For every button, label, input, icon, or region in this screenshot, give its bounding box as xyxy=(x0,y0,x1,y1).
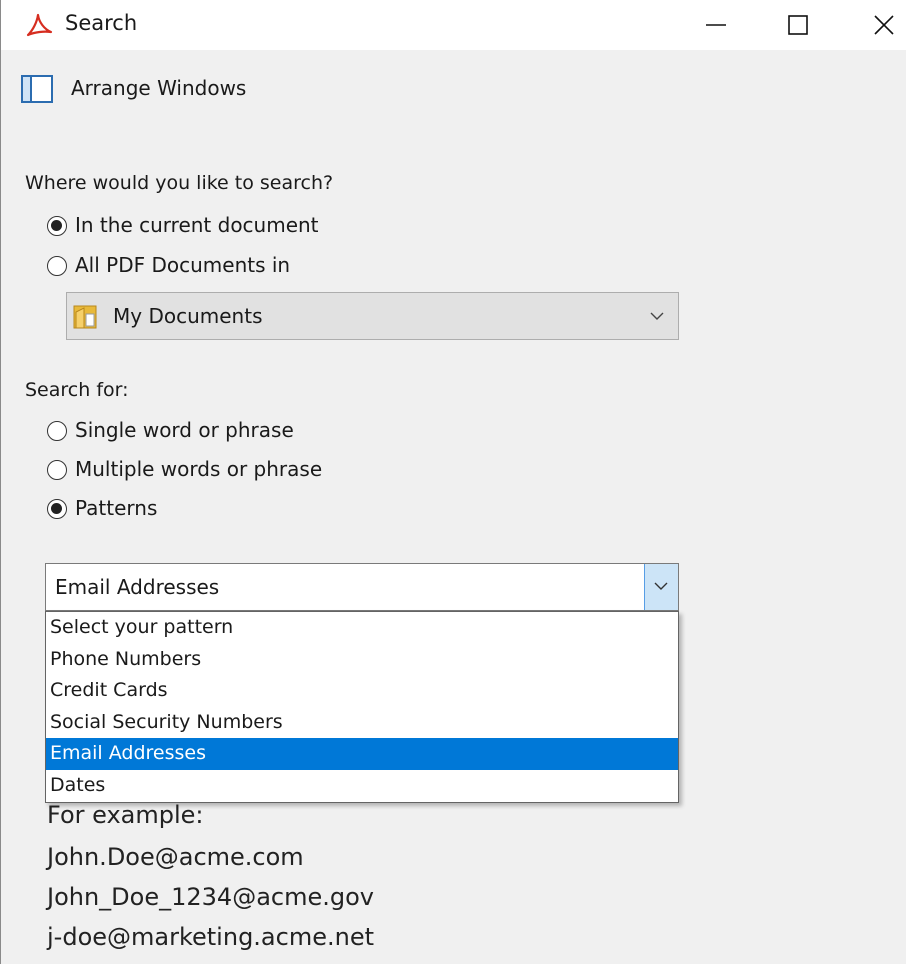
location-dropdown[interactable]: My Documents xyxy=(66,292,679,340)
pattern-options-list[interactable]: Select your pattern Phone Numbers Credit… xyxy=(45,611,679,803)
pattern-option[interactable]: Phone Numbers xyxy=(46,644,678,676)
radio-button[interactable] xyxy=(47,421,67,441)
search-window: Search Arrange Windows Where would you l… xyxy=(0,0,907,964)
pattern-option[interactable]: Social Security Numbers xyxy=(46,707,678,739)
radio-button[interactable] xyxy=(47,256,67,276)
example-line: John.Doe@acme.com xyxy=(47,843,304,871)
pattern-dropdown-button[interactable] xyxy=(644,564,678,610)
minimize-icon xyxy=(706,24,726,26)
chevron-down-icon xyxy=(654,582,668,590)
chevron-down-icon xyxy=(650,312,664,320)
arrange-windows-icon xyxy=(21,75,53,103)
close-button[interactable] xyxy=(849,0,908,50)
window-title: Search xyxy=(65,11,138,35)
arrange-windows-label: Arrange Windows xyxy=(71,76,247,100)
radio-label: All PDF Documents in xyxy=(75,253,291,277)
radio-label: Multiple words or phrase xyxy=(75,457,323,481)
radio-button[interactable] xyxy=(47,460,67,480)
example-heading: For example: xyxy=(47,801,204,829)
radio-label: In the current document xyxy=(75,213,319,237)
location-value: My Documents xyxy=(113,304,263,328)
location-question: Where would you like to search? xyxy=(25,172,334,194)
acrobat-icon xyxy=(25,12,53,38)
pattern-option-selected[interactable]: Email Addresses xyxy=(46,738,678,770)
maximize-button[interactable] xyxy=(763,0,833,50)
title-bar[interactable]: Search xyxy=(1,0,907,50)
search-for-label: Search for: xyxy=(25,379,129,401)
pattern-value: Email Addresses xyxy=(55,575,220,599)
minimize-button[interactable] xyxy=(681,0,751,50)
radio-label: Patterns xyxy=(75,496,158,520)
pattern-option[interactable]: Select your pattern xyxy=(46,612,678,644)
pattern-dropdown[interactable]: Email Addresses xyxy=(45,563,679,611)
radio-button[interactable] xyxy=(47,216,67,236)
maximize-icon xyxy=(788,15,808,35)
radio-label: Single word or phrase xyxy=(75,418,294,442)
example-line: j-doe@marketing.acme.net xyxy=(47,923,374,951)
pattern-option[interactable]: Credit Cards xyxy=(46,675,678,707)
example-line: John_Doe_1234@acme.gov xyxy=(47,883,374,911)
pattern-option[interactable]: Dates xyxy=(46,770,678,802)
radio-button[interactable] xyxy=(47,499,67,519)
close-icon xyxy=(874,15,894,35)
folder-icon xyxy=(72,302,100,330)
